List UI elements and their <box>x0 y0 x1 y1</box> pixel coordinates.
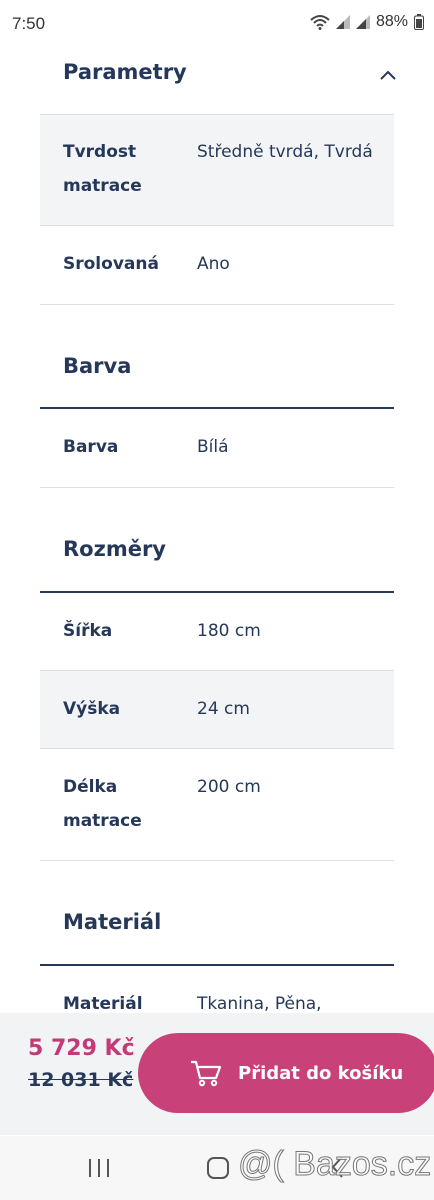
row-label: Barva <box>63 437 119 457</box>
home-icon[interactable] <box>207 1157 229 1179</box>
signal-icon-2 <box>355 15 370 29</box>
table-row: Délka matrace 200 cm <box>40 749 394 861</box>
table-row: Výška 24 cm <box>40 671 394 749</box>
row-value: 200 cm <box>197 777 261 797</box>
row-value: 180 cm <box>197 621 261 641</box>
table-row: Srolovaná Ano <box>40 226 394 305</box>
row-label: Délka <box>63 777 118 797</box>
table-row: Šířka 180 cm <box>40 593 394 671</box>
table-row: Tvrdost matrace Středně tvrdá, Tvrdá <box>40 115 394 226</box>
chevron-up-icon[interactable] <box>378 66 398 86</box>
row-value: Středně tvrdá, Tvrdá <box>197 142 373 162</box>
status-time: 7:50 <box>12 14 46 33</box>
recents-icon[interactable] <box>87 1158 111 1178</box>
table-row: Barva Bílá <box>40 409 394 488</box>
row-value: Bílá <box>197 437 229 457</box>
add-to-cart-button[interactable]: Přidat do košíku <box>138 1033 434 1113</box>
cart-icon <box>191 1060 222 1087</box>
row-label-line2: matrace <box>63 811 142 831</box>
row-value: 24 cm <box>197 699 250 719</box>
watermark: @( Bazos.cz <box>237 1145 432 1184</box>
row-label-line2: matrace <box>63 176 142 196</box>
section-title-material: Materiál <box>63 910 162 934</box>
section-title-rozmery: Rozměry <box>63 537 166 561</box>
add-to-cart-label: Přidat do košíku <box>238 1062 404 1084</box>
battery-level: 88% <box>375 13 408 30</box>
row-label: Tvrdost <box>63 142 137 162</box>
status-bar: 7:50 88% <box>0 0 434 50</box>
status-icons: 88% <box>310 13 424 31</box>
row-label: Výška <box>63 699 121 719</box>
section-title-parametry: Parametry <box>63 60 187 84</box>
wifi-icon <box>310 15 330 30</box>
price: 5 729 Kč <box>28 1036 135 1061</box>
battery-icon <box>414 14 424 30</box>
old-price: 12 031 Kč <box>28 1069 134 1091</box>
row-label: Srolovaná <box>63 254 159 274</box>
signal-icon <box>335 15 350 29</box>
section-title-barva: Barva <box>63 354 132 378</box>
row-value: Ano <box>197 254 230 274</box>
row-label: Šířka <box>63 621 113 641</box>
